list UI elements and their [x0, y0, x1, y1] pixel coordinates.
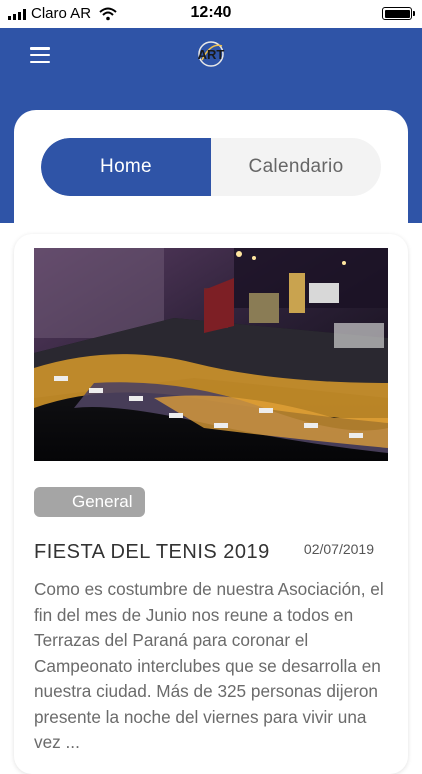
- news-date: 02/07/2019: [303, 541, 374, 557]
- logo-text: ART: [198, 47, 225, 62]
- status-time: 12:40: [190, 4, 232, 21]
- tab-calendario[interactable]: Calendario: [211, 138, 381, 196]
- event-photo-image: [34, 248, 388, 461]
- tab-switcher: Home Calendario: [41, 138, 381, 196]
- news-image[interactable]: [34, 248, 388, 461]
- tab-home[interactable]: Home: [41, 138, 211, 196]
- category-badge: General: [34, 487, 145, 517]
- status-bar: Claro AR 12:40: [0, 0, 422, 28]
- hamburger-menu-icon[interactable]: [30, 47, 50, 64]
- news-excerpt: Como es costumbre de nuestra Asociación,…: [34, 579, 384, 752]
- art-logo: ART: [198, 41, 225, 67]
- battery-icon: [382, 7, 415, 20]
- news-title[interactable]: FIESTA DEL TENIS 2019: [34, 541, 270, 564]
